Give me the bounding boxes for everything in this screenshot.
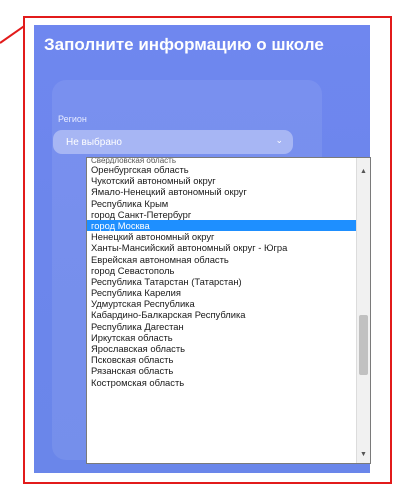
region-option[interactable]: Ярославская область xyxy=(87,343,356,354)
region-option[interactable]: Ханты-Мансийский автономный округ - Югра xyxy=(87,242,356,253)
scroll-up-icon[interactable]: ▲ xyxy=(357,166,370,178)
region-options: Свердловская область Оренбургская област… xyxy=(87,158,356,388)
region-option[interactable]: город Севастополь xyxy=(87,265,356,276)
scrollbar[interactable]: ▲ ▼ xyxy=(356,158,370,463)
region-option[interactable]: Иркутская область xyxy=(87,332,356,343)
region-label: Регион xyxy=(58,114,87,124)
region-option[interactable]: Оренбургская область xyxy=(87,164,356,175)
region-option[interactable]: Республика Карелия xyxy=(87,287,356,298)
region-option[interactable]: Еврейская автономная область xyxy=(87,254,356,265)
page-title: Заполните информацию о школе xyxy=(44,35,324,54)
region-option[interactable]: Республика Дагестан xyxy=(87,321,356,332)
scroll-down-icon[interactable]: ▼ xyxy=(357,449,370,461)
region-option[interactable]: Костромская область xyxy=(87,377,356,388)
region-option[interactable]: Чукотский автономный округ xyxy=(87,175,356,186)
region-option[interactable]: Республика Крым xyxy=(87,198,356,209)
region-option[interactable]: Псковская область xyxy=(87,354,356,365)
region-option[interactable]: Кабардино-Балкарская Республика xyxy=(87,309,356,320)
region-option[interactable]: Ненецкий автономный округ xyxy=(87,231,356,242)
region-option[interactable]: Республика Татарстан (Татарстан) xyxy=(87,276,356,287)
annotation-arrow xyxy=(0,24,26,44)
region-option[interactable]: город Москва xyxy=(87,219,356,232)
chevron-down-icon: ⌄ xyxy=(275,135,283,145)
region-select-value: Не выбрано xyxy=(66,136,122,148)
region-dropdown-list[interactable]: Свердловская область Оренбургская област… xyxy=(86,157,371,464)
region-option[interactable]: город Санкт-Петербург xyxy=(87,209,356,220)
region-select[interactable]: Не выбрано ⌄ xyxy=(53,130,293,154)
scroll-thumb[interactable] xyxy=(359,315,368,375)
region-option[interactable]: Рязанская область xyxy=(87,365,356,376)
region-option[interactable]: Удмуртская Республика xyxy=(87,298,356,309)
region-option[interactable]: Ямало-Ненецкий автономный округ xyxy=(87,186,356,197)
